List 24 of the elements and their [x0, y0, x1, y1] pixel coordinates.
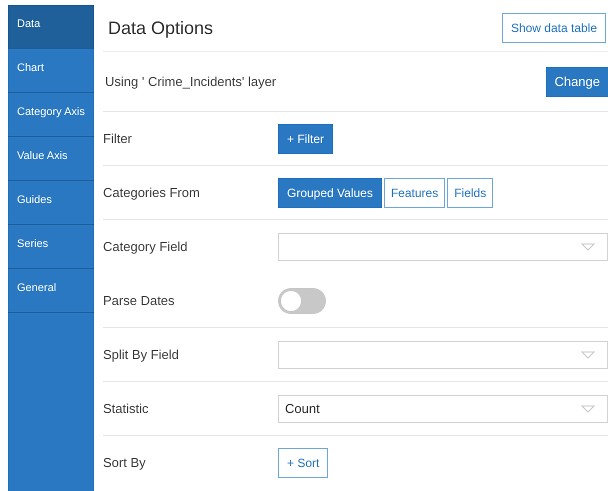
toggle-switch[interactable] — [278, 288, 326, 314]
show-data-table-button[interactable]: Show data table — [502, 13, 606, 43]
dropdown-field[interactable] — [278, 233, 608, 261]
caret-icon — [581, 243, 595, 251]
dropdown-field[interactable]: Count — [278, 394, 608, 422]
row-label: Statistic — [103, 400, 150, 418]
row-label: Filter — [103, 130, 133, 148]
row-label: Split By Field — [103, 346, 180, 364]
layer-text: Using ' Crime_Incidents' layer — [104, 72, 276, 91]
caret-icon — [581, 404, 595, 412]
row-label: Parse Dates — [103, 292, 176, 310]
add-sort-button[interactable]: + Sort — [278, 448, 328, 478]
segment-tab[interactable]: Fields — [447, 178, 494, 208]
panel-title: Data Options — [107, 16, 214, 40]
row-label: Categories From — [103, 184, 201, 202]
segment-tab[interactable]: Grouped Values — [278, 178, 382, 208]
change-button[interactable]: Change — [546, 66, 608, 96]
sidebar-item[interactable]: Data — [8, 5, 94, 49]
caret-icon — [581, 350, 595, 358]
row-label: Sort By — [103, 454, 147, 472]
dropdown-field[interactable] — [278, 340, 608, 368]
row-label: Category Field — [103, 238, 189, 256]
add-filter-button[interactable]: + Filter — [278, 124, 334, 154]
segment-tab[interactable]: Features — [384, 178, 446, 208]
